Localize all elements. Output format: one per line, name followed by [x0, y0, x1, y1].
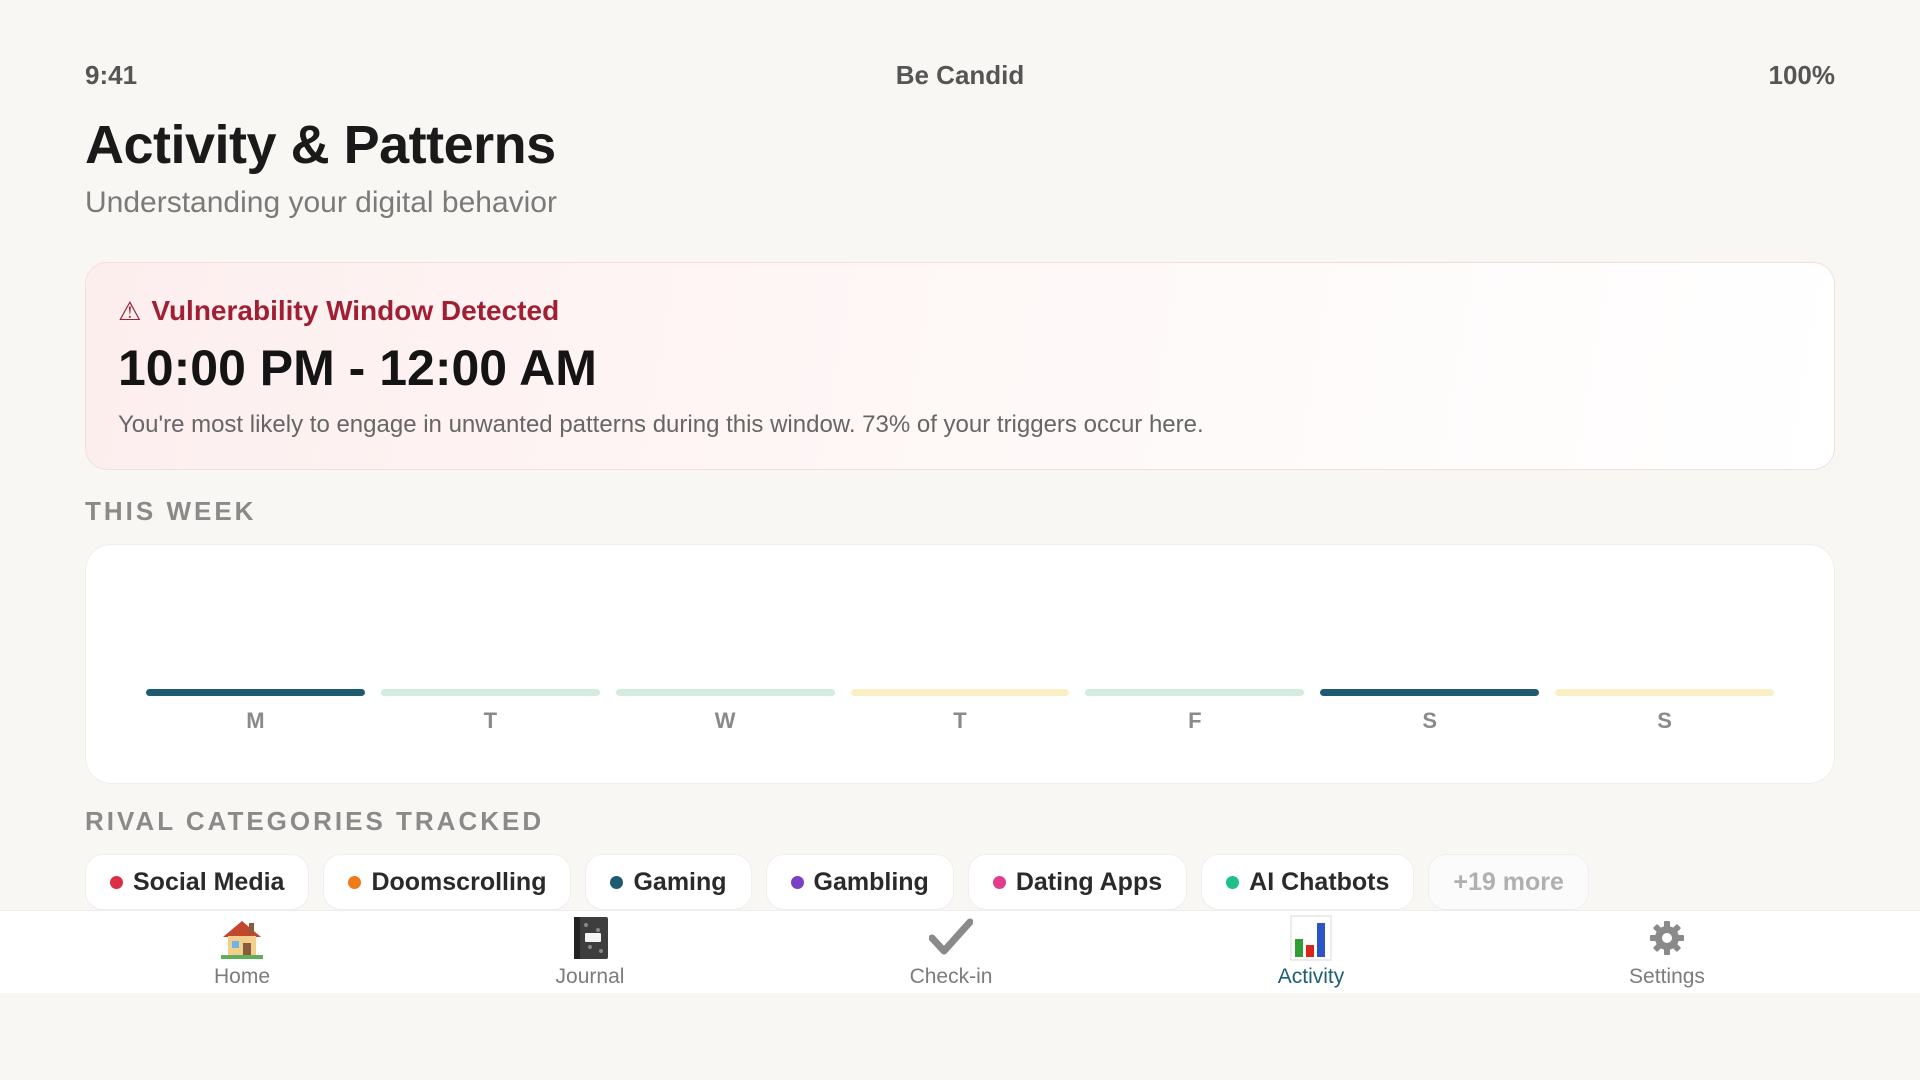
- tab-activity-label: Activity: [1277, 965, 1345, 988]
- day-column: W: [615, 689, 835, 734]
- day-label: F: [1188, 708, 1202, 733]
- category-color-dot: [110, 875, 123, 889]
- tab-home[interactable]: Home: [142, 911, 342, 989]
- day-bar: [380, 689, 600, 696]
- tab-settings[interactable]: Settings: [1567, 911, 1767, 989]
- tab-journal[interactable]: Journal: [490, 911, 690, 989]
- warning-triangle-icon: ⚠: [118, 295, 142, 326]
- status-time: 9:41: [85, 59, 138, 90]
- rival-category-chip[interactable]: Gaming: [585, 854, 752, 910]
- day-bar: [146, 689, 365, 696]
- day-column: S: [1555, 689, 1775, 734]
- tab-journal-label: Journal: [555, 965, 625, 988]
- alert-description: You're most likely to engage in unwanted…: [118, 411, 1204, 438]
- day-label: T: [953, 708, 967, 733]
- day-column: S: [1320, 689, 1540, 734]
- this-week-label: THIS WEEK: [85, 496, 257, 526]
- category-color-dot: [348, 875, 362, 889]
- status-bar: 9:41 Be Candid 100%: [85, 58, 1835, 92]
- day-bar: [1320, 689, 1540, 696]
- rival-category-chip[interactable]: Dating Apps: [967, 854, 1188, 910]
- category-color-dot: [790, 875, 804, 889]
- category-color-dot: [610, 875, 624, 889]
- house-icon: [219, 911, 265, 965]
- day-bar: [1085, 689, 1305, 696]
- rival-category-chip[interactable]: Doomscrolling: [323, 854, 572, 910]
- day-bar: [615, 689, 835, 696]
- rival-category-chip[interactable]: Gambling: [765, 854, 954, 910]
- alert-title: Vulnerability Window Detected: [151, 295, 560, 326]
- rival-category-chip[interactable]: AI Chatbots: [1201, 854, 1415, 910]
- rival-categories-list: Social Media Doomscrolling Gaming Gambling D…: [85, 854, 1589, 910]
- alert-header: ⚠ Vulnerability Window Detected: [118, 295, 1802, 327]
- tab-check-in[interactable]: Check-in: [851, 911, 1051, 989]
- tab-settings-label: Settings: [1629, 965, 1705, 988]
- tab-activity[interactable]: Activity: [1211, 911, 1411, 989]
- day-bar: [850, 689, 1070, 696]
- weekly-bars: MTWTFSS: [146, 689, 1775, 734]
- category-color-dot: [1226, 875, 1240, 889]
- category-label: Gambling: [813, 867, 929, 896]
- notebook-icon: [570, 911, 610, 965]
- battery-level: 100%: [1768, 59, 1836, 90]
- rival-categories-label: RIVAL CATEGORIES TRACKED: [85, 806, 545, 836]
- weekly-activity-card: MTWTFSS: [85, 544, 1835, 784]
- bar-chart-icon: [1290, 911, 1332, 965]
- page-subtitle: Understanding your digital behavior: [85, 186, 557, 219]
- gear-icon: [1649, 911, 1685, 965]
- day-label: M: [246, 708, 265, 733]
- day-bar: [1555, 689, 1775, 696]
- tab-home-label: Home: [213, 965, 271, 988]
- day-label: S: [1657, 708, 1672, 733]
- vulnerability-alert-card: ⚠ Vulnerability Window Detected 10:00 PM…: [85, 262, 1835, 470]
- day-label: W: [714, 708, 736, 733]
- day-column: T: [850, 689, 1070, 734]
- more-categories-chip[interactable]: +19 more: [1428, 854, 1589, 910]
- bottom-tab-bar: Home Journal Check-in Activity Settings: [0, 910, 1920, 993]
- rival-category-chip[interactable]: Social Media: [85, 854, 310, 910]
- category-label: Dating Apps: [1015, 867, 1163, 896]
- day-column: F: [1085, 689, 1305, 734]
- alert-time-range: 10:00 PM - 12:00 AM: [118, 340, 597, 396]
- day-column: T: [380, 689, 600, 734]
- category-label: Gaming: [633, 867, 727, 896]
- app-name: Be Candid: [895, 59, 1025, 90]
- day-label: T: [483, 708, 498, 733]
- page-title: Activity & Patterns: [85, 115, 556, 175]
- category-color-dot: [992, 875, 1006, 889]
- category-label: Social Media: [133, 867, 285, 896]
- tab-check-in-label: Check-in: [909, 965, 993, 988]
- checkmark-icon: [929, 911, 973, 965]
- day-column: M: [146, 689, 365, 734]
- day-label: S: [1422, 708, 1438, 733]
- category-label: AI Chatbots: [1249, 867, 1390, 896]
- category-label: Doomscrolling: [371, 867, 547, 896]
